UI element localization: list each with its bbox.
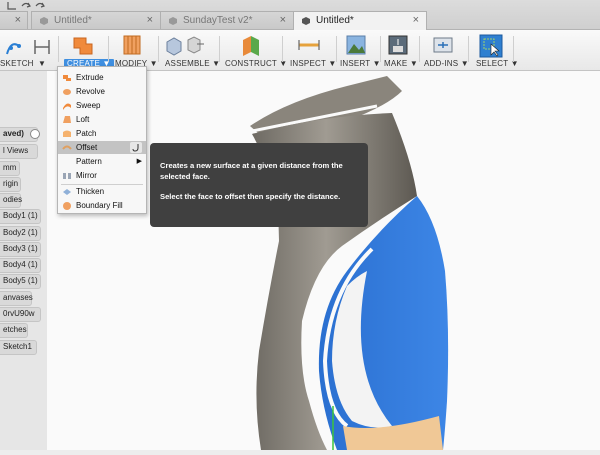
addins-group[interactable]: ADD-INS ▼: [421, 30, 469, 70]
measure-icon: [298, 40, 320, 50]
undo-redo-icons[interactable]: [6, 0, 66, 10]
toolbar-divider: [419, 36, 420, 62]
make-3d-print-icon: [388, 35, 408, 55]
toolbar-divider: [219, 36, 220, 62]
thicken-icon: [63, 189, 71, 195]
sketch-label: SKETCH: [0, 59, 34, 68]
toolbar-divider: [58, 36, 59, 62]
toolbar-divider: [468, 36, 469, 62]
toolbar-divider: [513, 36, 514, 62]
document-icon: [40, 17, 48, 25]
close-icon[interactable]: ×: [147, 14, 153, 26]
addins-label: ADD-INS ▼: [424, 59, 469, 68]
assemble-icon: [166, 36, 204, 56]
create-dropdown-menu: Extrude Revolve Sweep Loft Patch Offset …: [57, 66, 147, 214]
toolbar-divider: [380, 36, 381, 62]
browser-origin[interactable]: rigin: [0, 177, 21, 192]
addins-icon: [433, 37, 453, 53]
menu-item-extrude[interactable]: Extrude: [58, 71, 146, 84]
tab-label: SundayTest v2*: [183, 15, 253, 26]
select-group[interactable]: SELECT ▼: [471, 30, 519, 70]
insert-label: INSERT ▼: [340, 59, 381, 68]
menu-item-pattern[interactable]: Pattern ▶: [58, 155, 146, 168]
menu-item-thicken[interactable]: Thicken: [58, 185, 146, 198]
browser-canvases[interactable]: anvases: [0, 291, 33, 306]
make-group[interactable]: MAKE ▼: [382, 30, 419, 70]
menu-item-patch[interactable]: Patch: [58, 127, 146, 140]
insert-image-icon: [346, 35, 366, 55]
construct-label: CONSTRUCT ▼: [225, 59, 288, 68]
loft-icon: [63, 116, 71, 123]
sketch-group[interactable]: SKETCH ▼: [0, 30, 58, 70]
offset-tooltip: Creates a new surface at a given distanc…: [150, 143, 368, 227]
mirror-icon: [63, 173, 71, 179]
tab-untitled-1[interactable]: Untitled* ×: [31, 11, 161, 29]
tab-partial[interactable]: ×: [0, 11, 28, 29]
extrude-icon: [63, 75, 71, 81]
menu-item-revolve[interactable]: Revolve: [58, 85, 146, 98]
tab-label: Untitled*: [316, 15, 354, 26]
toolbar-divider: [282, 36, 283, 62]
browser-body[interactable]: Body1 (1): [0, 209, 41, 224]
assemble-label: ASSEMBLE ▼: [165, 59, 221, 68]
create-group[interactable]: CREATE ▼: [60, 30, 114, 70]
browser-named-views[interactable]: l Views: [0, 144, 38, 159]
select-cursor-icon: [479, 34, 503, 58]
tab-sundaytest[interactable]: SundayTest v2* ×: [160, 11, 294, 29]
browser-body[interactable]: Body2 (1): [0, 226, 41, 241]
chevron-down-icon: ▼: [38, 59, 47, 68]
quick-access-toolbar: [6, 0, 66, 11]
menu-item-sweep[interactable]: Sweep: [58, 99, 146, 112]
browser-body[interactable]: Body3 (1): [0, 242, 41, 257]
browser-canvas-item[interactable]: 0rvU90w: [0, 307, 41, 322]
patch-icon: [63, 130, 71, 137]
construct-group[interactable]: CONSTRUCT ▼: [221, 30, 287, 70]
make-label: MAKE ▼: [384, 59, 419, 68]
browser-panel: aved) l Views mm rigin odies Body1 (1) B…: [0, 71, 47, 450]
browser-body[interactable]: Body4 (1): [0, 258, 41, 273]
close-icon[interactable]: ×: [15, 14, 21, 26]
hover-hook-icon: [130, 142, 142, 153]
construct-plane-icon: [243, 36, 259, 56]
toolbar-divider: [108, 36, 109, 62]
tab-untitled-active[interactable]: Untitled* ×: [293, 11, 427, 30]
tooltip-description: Creates a new surface at a given distanc…: [160, 161, 343, 181]
boundary-fill-icon: [63, 202, 71, 210]
modify-icon: [123, 35, 141, 55]
tooltip-instruction: Select the face to offset then specify t…: [160, 192, 341, 201]
chevron-right-icon: ▶: [136, 158, 142, 165]
revolve-icon: [63, 89, 71, 95]
menu-item-loft[interactable]: Loft: [58, 113, 146, 126]
browser-body[interactable]: Body5 (1): [0, 274, 41, 289]
ribbon-toolbar: SKETCH ▼ CREATE ▼ MODIFY ▼ ASSEMBLE ▼ CO…: [0, 30, 600, 71]
insert-group[interactable]: INSERT ▼: [338, 30, 381, 70]
menu-item-offset[interactable]: Offset: [58, 141, 146, 154]
toolbar-divider: [336, 36, 337, 62]
browser-units[interactable]: mm: [0, 161, 20, 176]
menu-item-mirror[interactable]: Mirror: [58, 169, 146, 182]
inspect-label: INSPECT ▼: [290, 59, 337, 68]
offset-icon: [62, 145, 72, 150]
document-icon: [169, 17, 177, 25]
menu-item-boundary-fill[interactable]: Boundary Fill: [58, 199, 146, 212]
browser-bodies[interactable]: odies: [0, 193, 22, 208]
inspect-group[interactable]: INSPECT ▼: [284, 30, 337, 70]
browser-sketch-item[interactable]: Sketch1: [0, 340, 37, 355]
browser-sketches[interactable]: etches: [0, 323, 28, 338]
sketch-icon: [6, 40, 50, 55]
assemble-group[interactable]: ASSEMBLE ▼: [160, 30, 220, 70]
toolbar-divider: [158, 36, 159, 62]
modify-group[interactable]: MODIFY ▼: [110, 30, 158, 70]
document-tab-bar: × Untitled* × SundayTest v2* × Untitled*…: [0, 0, 600, 30]
close-icon[interactable]: ×: [280, 14, 286, 26]
create-extrude-icon: [73, 37, 93, 55]
tab-label: Untitled*: [54, 15, 92, 26]
active-radio-icon[interactable]: [30, 129, 40, 139]
close-icon[interactable]: ×: [413, 14, 419, 26]
document-icon: [302, 17, 310, 25]
sweep-icon: [63, 103, 71, 110]
